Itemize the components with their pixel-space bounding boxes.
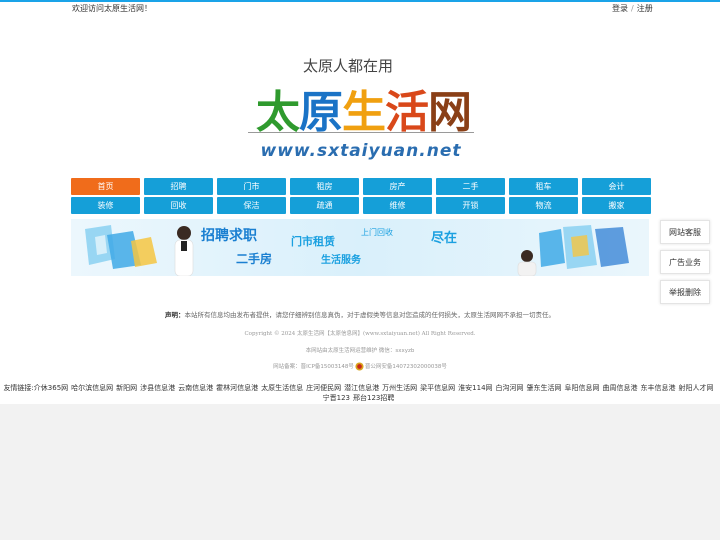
page: 欢迎访问太原生活网！ 登录 / 注册 太原人都在用 太原生活网 www.sxtaiy… [0, 0, 720, 404]
copyright-text: Copyright © 2024 太原生活网【太原信息网】(www.sxtaiy… [244, 331, 476, 337]
friend-link[interactable]: 射阳人才网 [679, 384, 714, 392]
friend-link[interactable]: 太原生活信息 [261, 384, 303, 392]
nav-item-保洁[interactable]: 保洁 [217, 197, 286, 214]
friend-link[interactable]: 曲周信息港 [603, 384, 638, 392]
nav-item-租房[interactable]: 租房 [290, 178, 359, 195]
site-logo[interactable]: 太原人都在用 太原生活网 www.sxtaiyuan.net [244, 54, 480, 162]
cube-right-4 [571, 235, 589, 257]
nav-item-房产[interactable]: 房产 [363, 178, 432, 195]
logo-char: 太 [256, 87, 300, 138]
auth-links: 登录 / 注册 [612, 3, 653, 14]
friend-link[interactable]: 白沟河网 [496, 384, 524, 392]
friend-link[interactable]: 东丰信息港 [641, 384, 676, 392]
nav-item-租车[interactable]: 租车 [509, 178, 578, 195]
nav-item-二手[interactable]: 二手 [436, 178, 505, 195]
nav-item-维修[interactable]: 维修 [363, 197, 432, 214]
friend-link[interactable]: 介休365网 [34, 384, 68, 392]
cube-right-1 [539, 229, 565, 267]
logo-char: 活 [385, 87, 429, 138]
friend-link[interactable]: 万州生活网 [382, 384, 417, 392]
friend-link[interactable]: 新阳网 [116, 384, 137, 392]
friend-link[interactable]: 淮安114网 [458, 384, 492, 392]
disclaimer-label: 声明： [165, 311, 185, 319]
logo-char: 生 [342, 87, 386, 138]
cube-left-3 [131, 237, 157, 267]
friend-link[interactable]: 庄河便民网 [306, 384, 341, 392]
nav-item-装修[interactable]: 装修 [71, 197, 140, 214]
banner-life-service-text: 生活服务 [321, 253, 362, 266]
register-link[interactable]: 注册 [637, 4, 653, 13]
friend-link[interactable]: 潜江信息港 [344, 384, 379, 392]
nav-item-物流[interactable]: 物流 [509, 197, 578, 214]
police-badge-icon [355, 362, 364, 371]
friend-links: 友情链接:介休365网 哈尔滨信息网 新阳网 涉县信息港 云南信息港 霍林河信息港 太原生活… [0, 383, 720, 403]
nav-row-1: 首页 招聘 门市 租房 房产 二手 租车 会计 [71, 178, 651, 195]
nav-row-2: 装修 回收 保洁 疏通 维修 开锁 物流 搬家 [71, 197, 651, 214]
banner-recruit-text: 招聘求职 [201, 227, 257, 244]
nav-item-开锁[interactable]: 开锁 [436, 197, 505, 214]
welcome-text: 欢迎访问太原生活网！ [72, 4, 152, 13]
nav-item-疏通[interactable]: 疏通 [290, 197, 359, 214]
nav-item-搬家[interactable]: 搬家 [582, 197, 651, 214]
cube-right-3 [595, 227, 629, 267]
disclaimer-text: 本站所有信息均由发布者提供，请您仔细辨别信息真伪，对于虚假类等信息对您造成的任何… [184, 311, 556, 319]
nav-item-会计[interactable]: 会计 [582, 178, 651, 195]
logo-name: 太原生活网 [256, 87, 472, 138]
banner-second-hand-text: 二手房 [236, 251, 272, 266]
banner-shop-rent-text: 门市租赁 [291, 234, 335, 248]
logo-char: 原 [299, 87, 343, 138]
auth-separator: / [631, 4, 634, 13]
friend-link[interactable]: 肇东生活网 [527, 384, 562, 392]
logo-char: 网 [428, 87, 472, 138]
category-nav: 首页 招聘 门市 租房 房产 二手 租车 会计 装修 回收 保洁 疏通 维修 开锁 物流 搬家 [71, 178, 651, 216]
login-link[interactable]: 登录 [612, 4, 628, 13]
friend-link[interactable]: 霍林河信息港 [216, 384, 258, 392]
woman-figure-right [517, 250, 537, 276]
side-customer-service-button[interactable]: 网站客服 [660, 220, 710, 244]
side-ads-button[interactable]: 广告业务 [660, 250, 710, 274]
promo-banner[interactable]: 招聘求职 门市租赁 上门回收 尽在 二手房 生活服务 [71, 219, 649, 276]
icp-text[interactable]: 网站备案：晋ICP备15003148号 [273, 364, 354, 370]
friend-link[interactable]: 哈尔滨信息网 [71, 384, 113, 392]
friend-link[interactable]: 宁晋123 [323, 394, 350, 402]
nav-item-门市[interactable]: 门市 [217, 178, 286, 195]
friend-links-label: 友情链接: [3, 384, 34, 392]
friend-link[interactable]: 涉县信息港 [140, 384, 175, 392]
side-report-button[interactable]: 举报删除 [660, 280, 710, 304]
nav-item-首页[interactable]: 首页 [71, 178, 140, 195]
friend-link[interactable]: 邢台123招聘 [353, 394, 394, 402]
logo-divider [248, 132, 474, 133]
friend-link[interactable]: 阜阳信息网 [565, 384, 600, 392]
disclaimer: 声明：本站所有信息均由发布者提供，请您仔细辨别信息真伪，对于虚假类等信息对您造成… [0, 309, 720, 319]
banner-graphic: 招聘求职 门市租赁 上门回收 尽在 二手房 生活服务 [85, 225, 629, 276]
banner-highlight-text: 尽在 [431, 230, 457, 246]
nav-item-招聘[interactable]: 招聘 [144, 178, 213, 195]
banner-recycle-text: 上门回收 [361, 227, 393, 237]
woman-figure-left [174, 226, 194, 276]
cube-left-4 [95, 235, 107, 255]
nav-item-回收[interactable]: 回收 [144, 197, 213, 214]
logo-slogan: 太原人都在用 [303, 57, 393, 75]
logo-url: www.sxtaiyuan.net [261, 141, 462, 161]
icp-line: 网站备案：晋ICP备15003148号 晋公网安备14072302000038号 [0, 362, 720, 371]
operator-text: 本网站由太原生活网运营维护 微信：sxxyzb [305, 348, 415, 354]
police-text[interactable]: 晋公网安备14072302000038号 [365, 364, 447, 370]
friend-link[interactable]: 云南信息港 [178, 384, 213, 392]
top-bar: 欢迎访问太原生活网！ 登录 / 注册 [0, 2, 720, 16]
friend-link[interactable]: 梁平信息网 [420, 384, 455, 392]
